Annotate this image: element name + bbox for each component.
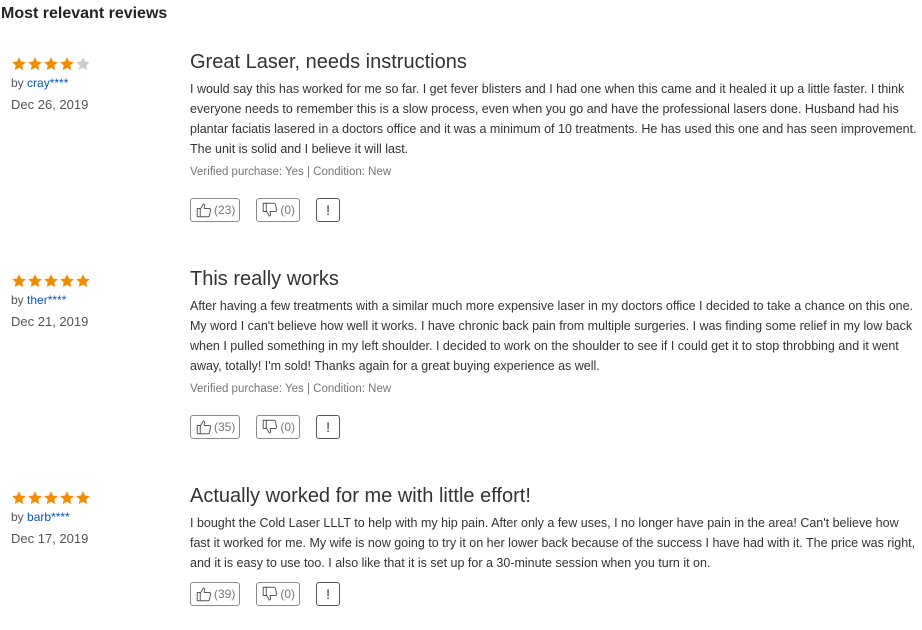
helpful-button[interactable]: (39) [190, 582, 241, 606]
star-filled-icon [59, 273, 75, 289]
star-rating [11, 490, 181, 506]
star-filled-icon [59, 56, 75, 72]
section-title: Most relevant reviews [1, 5, 168, 22]
helpful-button[interactable]: (23) [190, 198, 241, 222]
star-filled-icon [27, 273, 43, 289]
star-filled-icon [11, 273, 27, 289]
unhelpful-count: (0) [280, 420, 296, 434]
helpful-count: (23) [214, 203, 236, 217]
thumbs-up-icon [195, 418, 213, 436]
verified-purchase-info: Verified purchase: Yes | Condition: New [190, 166, 392, 178]
star-filled-icon [75, 273, 91, 289]
report-button[interactable]: ! [316, 582, 341, 606]
helpful-button[interactable]: (35) [190, 415, 241, 439]
by-label: by [11, 76, 24, 90]
review-text: After having a few treatments with a sim… [190, 299, 914, 373]
thumbs-down-icon [261, 585, 279, 603]
by-label: by [11, 293, 24, 307]
report-button[interactable]: ! [316, 198, 341, 222]
review-title: Actually worked for me with little effor… [190, 485, 531, 507]
review-body: This really works After having a few tre… [190, 268, 918, 439]
unhelpful-count: (0) [280, 203, 296, 217]
star-filled-icon [75, 490, 91, 506]
reviewer-username-link[interactable]: cray**** [27, 76, 68, 90]
review-meta: by ther**** Dec 21, 2019 [11, 273, 181, 330]
unhelpful-button[interactable]: (0) [256, 415, 301, 439]
thumbs-up-icon [195, 201, 213, 219]
reviewer-line: by ther**** [11, 293, 181, 307]
star-filled-icon [59, 490, 75, 506]
reviewer-line: by barb**** [11, 510, 181, 524]
helpful-count: (39) [214, 587, 236, 601]
reviewer-line: by cray**** [11, 76, 181, 90]
review-body: Actually worked for me with little effor… [190, 485, 918, 606]
review-date: Dec 17, 2019 [11, 531, 89, 546]
verified-purchase-info: Verified purchase: Yes | Condition: New [190, 383, 392, 395]
star-filled-icon [43, 490, 59, 506]
star-filled-icon [11, 490, 27, 506]
review-actions: (35) (0) ! [190, 415, 918, 439]
reviewer-username-link[interactable]: ther**** [27, 293, 66, 307]
unhelpful-count: (0) [280, 587, 296, 601]
review-meta: by barb**** Dec 17, 2019 [11, 490, 181, 547]
review-text: I bought the Cold Laser LLLT to help wit… [190, 516, 916, 570]
review-actions: (23) (0) ! [190, 198, 918, 222]
review-date: Dec 26, 2019 [11, 97, 89, 112]
thumbs-up-icon [195, 585, 213, 603]
thumbs-down-icon [261, 201, 279, 219]
star-rating [11, 56, 181, 72]
review-actions: (39) (0) ! [190, 582, 918, 606]
star-rating [11, 273, 181, 289]
review-title: Great Laser, needs instructions [190, 51, 467, 73]
star-filled-icon [43, 273, 59, 289]
review-body: Great Laser, needs instructions I would … [190, 51, 918, 222]
by-label: by [11, 510, 24, 524]
unhelpful-button[interactable]: (0) [256, 582, 301, 606]
star-filled-icon [27, 56, 43, 72]
star-filled-icon [27, 490, 43, 506]
star-filled-icon [11, 56, 27, 72]
star-filled-icon [43, 56, 59, 72]
thumbs-down-icon [261, 418, 279, 436]
report-button[interactable]: ! [316, 415, 341, 439]
review-text: I would say this has worked for me so fa… [190, 82, 917, 156]
review-meta: by cray**** Dec 26, 2019 [11, 56, 181, 113]
reviewer-username-link[interactable]: barb**** [27, 510, 70, 524]
review-date: Dec 21, 2019 [11, 314, 89, 329]
review-title: This really works [190, 268, 339, 290]
helpful-count: (35) [214, 420, 236, 434]
star-empty-icon [75, 56, 91, 72]
unhelpful-button[interactable]: (0) [256, 198, 301, 222]
